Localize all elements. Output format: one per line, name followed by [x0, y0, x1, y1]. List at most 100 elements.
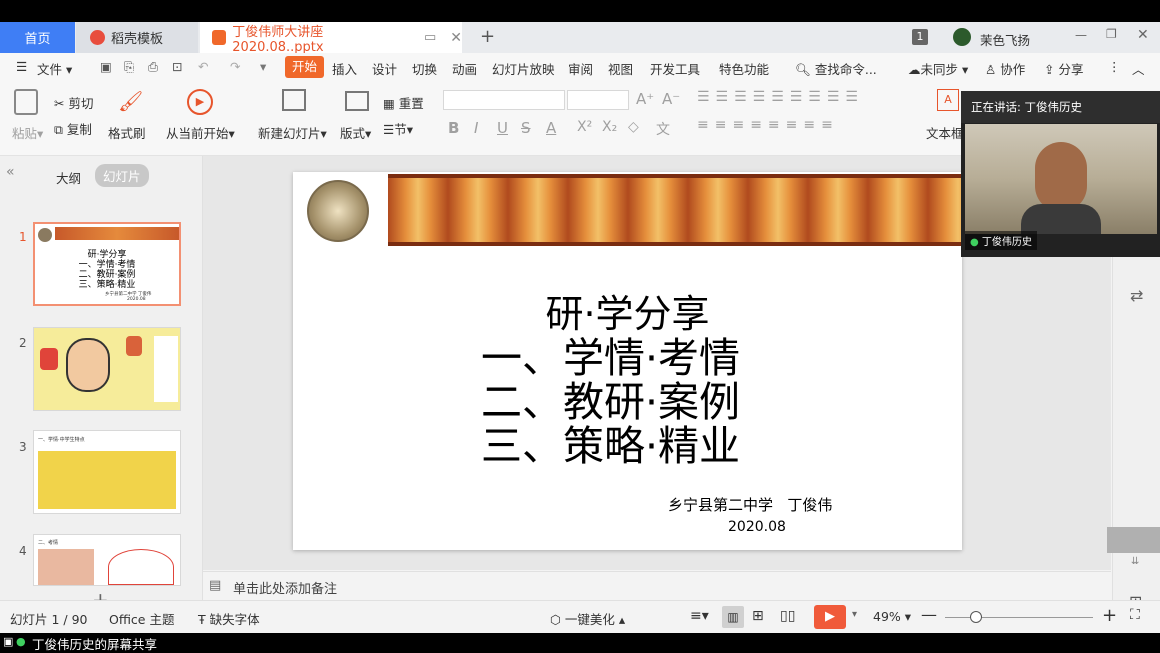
more-quick-icon[interactable]: ▾ — [260, 59, 266, 74]
slide-body: 一、学情·考情 二、教研·案例 三、策略·精业 — [481, 336, 740, 468]
tab-slides[interactable]: 幻灯片 — [95, 164, 149, 187]
play-slideshow-button[interactable]: ▶ — [814, 605, 846, 629]
reset-button[interactable]: ▦ 重置 — [383, 93, 424, 112]
convert-icon[interactable]: ⇄ — [1130, 286, 1143, 305]
layout-button[interactable]: 版式▾ — [340, 123, 371, 142]
collapse-ribbon-icon[interactable]: ︿ — [1132, 59, 1145, 78]
slide-thumb-4[interactable]: 二、考情 — [33, 534, 181, 586]
menu-design[interactable]: 设计 — [372, 59, 397, 78]
notes-bar[interactable]: ▤ 单击此处添加备注 — [203, 571, 1111, 601]
textbox-button[interactable]: 文本框 — [926, 123, 964, 142]
font-name-select[interactable] — [443, 90, 565, 110]
tab-outline[interactable]: 大纲 — [56, 168, 81, 187]
menu-slideshow[interactable]: 幻灯片放映 — [492, 59, 555, 78]
zoom-out-icon[interactable]: — — [921, 605, 937, 624]
notes-toggle-icon[interactable]: ≡▾ — [690, 608, 709, 624]
preview-icon[interactable]: ⊡ — [172, 59, 182, 74]
export-icon[interactable]: ⎘ — [124, 59, 134, 75]
format-painter-icon[interactable]: 🖌︎ — [118, 89, 143, 113]
menu-transition[interactable]: 切换 — [412, 59, 437, 78]
avatar[interactable] — [953, 28, 971, 46]
menu-start[interactable]: 开始 — [285, 56, 325, 78]
normal-view-icon[interactable]: ▥ — [722, 606, 744, 628]
underline-icon[interactable]: U — [497, 119, 508, 137]
font-size-select[interactable] — [567, 90, 629, 110]
thumb1-line: 二、教研·案例 — [78, 270, 136, 280]
redo-icon[interactable]: ↷ — [230, 59, 240, 74]
paste-label: 粘贴 — [12, 126, 38, 141]
grow-font-icon[interactable]: A⁺ — [636, 90, 654, 108]
play-current-button[interactable]: 从当前开始▾ — [166, 123, 235, 142]
copy-button[interactable]: ⧉ 复制 — [54, 119, 92, 138]
user-name[interactable]: 茉色飞扬 — [980, 30, 1030, 49]
slide-body-line: 二、教研·案例 — [481, 378, 741, 426]
missing-font-button[interactable]: Ŧ 缺失字体 — [198, 609, 260, 628]
new-slide-button[interactable]: 新建幻灯片▾ — [258, 123, 327, 142]
menu-devtools[interactable]: 开发工具 — [650, 59, 700, 78]
print-icon[interactable]: ⎙ — [148, 59, 158, 75]
new-slide-icon[interactable] — [282, 89, 306, 111]
layout-icon[interactable] — [345, 91, 369, 111]
section-button[interactable]: ☰节▾ — [383, 119, 413, 138]
undo-icon[interactable]: ↶ — [198, 59, 208, 74]
char-format-icon[interactable]: 文 — [656, 119, 670, 139]
tab-document[interactable]: 丁俊伟师大讲座2020.08..pptx ▭ ✕ — [200, 22, 462, 55]
tab-template[interactable]: 稻壳模板 — [76, 22, 198, 53]
zoom-in-icon[interactable]: + — [1102, 605, 1117, 626]
strike-icon[interactable]: S — [521, 119, 531, 137]
superscript-icon[interactable]: X² — [577, 119, 592, 135]
next-slide-icon[interactable]: ⇊ — [1131, 556, 1139, 567]
menu-special[interactable]: 特色功能 — [719, 59, 769, 78]
slide-thumb-3[interactable]: 一、学情·中学生特点 — [33, 430, 181, 514]
textbox-icon[interactable]: A — [937, 89, 959, 111]
format-painter-button[interactable]: 格式刷 — [108, 123, 146, 142]
sync-status[interactable]: ☁未同步 ▾ — [908, 59, 968, 78]
restore-icon[interactable]: ❐ — [1106, 27, 1117, 41]
italic-icon[interactable]: I — [474, 119, 478, 137]
new-tab-icon[interactable]: + — [480, 26, 495, 47]
collapse-panel-icon[interactable]: « — [6, 164, 15, 180]
scroll-thumb[interactable] — [1107, 527, 1160, 553]
reading-view-icon[interactable]: ▯▯ — [780, 608, 795, 624]
ornamental-banner-image — [388, 174, 962, 246]
notes-icon: ▤ — [209, 578, 222, 593]
slide-1[interactable]: 研·学分享 一、学情·考情 二、教研·案例 三、策略·精业 乡宁县第二中学 丁俊… — [293, 172, 962, 550]
menu-view[interactable]: 视图 — [608, 59, 633, 78]
paste-button[interactable]: 粘贴▾ — [12, 123, 43, 142]
slide-thumb-2[interactable] — [33, 327, 181, 411]
fit-window-icon[interactable]: ⛶ — [1130, 607, 1140, 623]
tab-home[interactable]: 首页 — [0, 22, 75, 53]
menu-review[interactable]: 审阅 — [568, 59, 593, 78]
pin-tab-icon[interactable]: ▭ — [424, 30, 436, 45]
beautify-button[interactable]: ⬡ 一键美化 ▴ — [550, 609, 625, 628]
bold-icon[interactable]: B — [448, 119, 459, 137]
align-tools-icon[interactable]: ≡≡≡≡≡≡≡≡ — [697, 117, 839, 133]
hamburger-icon[interactable]: ☰ — [16, 59, 27, 74]
slide-thumb-1[interactable]: 研·学分享 一、学情·考情 二、教研·案例 三、策略·精业 乡宁县第二中学 丁俊… — [33, 222, 181, 306]
collab-button[interactable]: ♙ 协作 — [985, 59, 1025, 78]
eraser-icon[interactable]: ◇ — [628, 119, 639, 135]
zoom-slider-thumb[interactable] — [970, 611, 982, 623]
shrink-font-icon[interactable]: A⁻ — [662, 90, 680, 108]
paste-icon[interactable] — [14, 89, 38, 115]
video-name-tag: ● 丁俊伟历史 — [965, 231, 1037, 250]
zoom-level[interactable]: 49% ▾ — [873, 609, 911, 624]
search-command[interactable]: 🔍︎ 查找命令... — [795, 59, 877, 78]
paragraph-tools-icon[interactable]: ☰☰☰☰☰☰☰☰☰ — [697, 89, 864, 105]
menu-insert[interactable]: 插入 — [332, 59, 357, 78]
save-icon[interactable]: ▣ — [100, 59, 112, 74]
play-options-icon[interactable]: ▾ — [852, 609, 857, 620]
share-button[interactable]: ⇪ 分享 — [1044, 59, 1083, 78]
menu-file[interactable]: 文件 ▾ — [37, 59, 72, 78]
more-menu-icon[interactable]: ⋮ — [1108, 59, 1121, 74]
close-window-icon[interactable]: ✕ — [1137, 27, 1149, 43]
close-tab-icon[interactable]: ✕ — [450, 30, 462, 46]
sorter-view-icon[interactable]: ⊞ — [752, 608, 764, 624]
subscript-icon[interactable]: X₂ — [602, 119, 617, 135]
cut-button[interactable]: ✂ 剪切 — [54, 93, 93, 112]
zoom-slider[interactable] — [945, 617, 1093, 618]
play-current-icon[interactable]: ▶ — [187, 89, 213, 115]
menu-animation[interactable]: 动画 — [452, 59, 477, 78]
font-color-icon[interactable]: A — [546, 119, 556, 137]
minimize-icon[interactable]: — — [1075, 28, 1087, 42]
